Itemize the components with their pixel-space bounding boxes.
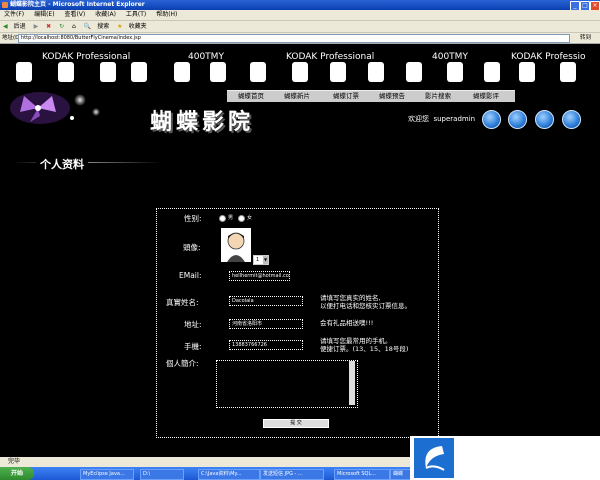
document-icon[interactable] [508, 110, 527, 129]
avatar-label: 頭像: [183, 243, 201, 252]
start-button[interactable]: 开始 [0, 467, 34, 480]
email-field[interactable]: hellhermit@hotmail.com [229, 271, 290, 281]
film-text: KODAK Professional [286, 52, 375, 62]
favorites-icon[interactable]: ★ [117, 23, 122, 30]
mail-icon[interactable] [482, 110, 501, 129]
stop-icon[interactable]: ✖ [46, 23, 51, 30]
avatar-select[interactable]: 1 ▼ [253, 255, 269, 265]
username: superadmin [433, 115, 476, 123]
name-hint-1: 请填写您真实的姓名, [320, 294, 381, 302]
phone-hint-2: 便捷订票。(13、15、18号段) [320, 345, 409, 353]
film-hole [58, 62, 74, 82]
avatar [221, 228, 251, 262]
nav-item-search[interactable]: 影片搜索 [425, 91, 451, 102]
chevron-down-icon[interactable]: ▼ [263, 256, 268, 264]
avatar-select-value: 1 [256, 257, 260, 263]
address-field[interactable]: 河南省洛阳市 [229, 319, 303, 329]
bio-label: 個人簡介: [166, 359, 199, 368]
nav-bar: 蝴蝶首页 蝴蝶新片 蝴蝶订票 蝴蝶预告 影片搜索 蝴蝶影评 [227, 90, 515, 102]
taskbar-item[interactable]: C:\Java资料\My... [198, 469, 260, 480]
window-title-bar: 蝴蝶影院主页 - Microsoft Internet Explorer [0, 0, 600, 10]
film-hole [406, 62, 422, 82]
window-title: 蝴蝶影院主页 - Microsoft Internet Explorer [10, 1, 145, 8]
taskbar-item[interactable]: D:\ [140, 469, 184, 480]
phone-hint-1: 请填写您最常用的手机。 [320, 337, 392, 345]
nav-item-preview[interactable]: 蝴蝶预告 [379, 91, 405, 102]
welcome-label: 欢迎您 [408, 115, 429, 123]
film-text: KODAK Professional [42, 52, 131, 62]
nav-item-booking[interactable]: 蝴蝶订票 [333, 91, 359, 102]
taskbar-item[interactable]: Microsoft SQL... [334, 469, 390, 480]
menu-file[interactable]: 文件(F) [4, 11, 24, 18]
address-hint: 会有礼品相送噢!!! [320, 319, 374, 327]
toolbar: ◀ 后退 ▶ ✖ ↻ ⌂ 🔍 搜索 ★ 收藏夹 [0, 21, 600, 33]
film-hole [292, 62, 308, 82]
nav-item-new[interactable]: 蝴蝶新片 [284, 91, 310, 102]
film-text: 400TMY [188, 52, 224, 62]
menu-help[interactable]: 帮助(H) [156, 11, 177, 18]
search-icon[interactable]: 🔍 [84, 23, 91, 30]
address-label-field: 地址: [184, 320, 202, 329]
bio-scrollbar[interactable] [349, 361, 355, 405]
gender-female-label: 女 [247, 215, 253, 221]
gender-male-radio[interactable] [219, 215, 226, 222]
go-button[interactable]: 转到 [580, 33, 591, 43]
film-hole [519, 62, 535, 82]
status-text: 完毕 [8, 458, 21, 465]
welcome-text: 欢迎您 superadmin [408, 114, 475, 124]
taskbar-item[interactable]: MyEclipse Java... [80, 469, 134, 480]
name-field[interactable]: Dacoiala [229, 296, 303, 306]
submit-button[interactable]: 提 交 [263, 419, 329, 428]
film-hole [447, 62, 463, 82]
gender-label: 性别: [184, 214, 202, 223]
menu-tools[interactable]: 工具(T) [126, 11, 146, 18]
list-icon[interactable] [535, 110, 554, 129]
back-icon[interactable]: ◀ [3, 23, 8, 30]
butterfly-logo [10, 92, 100, 124]
status-bar: 完毕 [0, 457, 410, 467]
nav-item-review[interactable]: 蝴蝶影评 [473, 91, 499, 102]
back-button[interactable]: 后退 [14, 23, 26, 30]
film-hole [484, 62, 500, 82]
nav-item-home[interactable]: 蝴蝶首页 [238, 91, 264, 102]
film-text: KODAK Professio [511, 52, 586, 62]
section-title: 个人资料 [36, 156, 88, 172]
taskbar-item[interactable]: 发送短信 JPG - ... [260, 469, 324, 480]
search-button[interactable]: 搜索 [97, 23, 109, 30]
arrow-right-icon[interactable] [562, 110, 581, 129]
site-title: 蝴蝶影院 [150, 109, 255, 135]
address-input[interactable]: http://localhost:8080/ButterFlyCinema/in… [18, 34, 570, 43]
film-hole [560, 62, 576, 82]
film-hole [16, 62, 32, 82]
forward-icon[interactable]: ▶ [34, 23, 39, 30]
film-hole [368, 62, 384, 82]
film-text: 400TMY [432, 52, 468, 62]
bio-textarea[interactable] [216, 360, 358, 408]
menu-edit[interactable]: 编辑(E) [34, 11, 54, 18]
menu-view[interactable]: 查看(V) [64, 11, 85, 18]
email-label: EMail: [179, 271, 202, 280]
film-hole [330, 62, 346, 82]
home-icon[interactable]: ⌂ [72, 23, 76, 30]
browser-icon [2, 2, 8, 8]
menu-bar: 文件(F) 编辑(E) 查看(V) 收藏(A) 工具(T) 帮助(H) [0, 10, 600, 21]
name-label: 真實姓名: [166, 298, 199, 307]
phone-label: 手機: [184, 342, 202, 351]
gender-male-label: 男 [228, 215, 234, 221]
watermark-logo [414, 438, 454, 478]
film-hole [174, 62, 190, 82]
taskbar-item[interactable]: 蝴蝶 [390, 469, 412, 480]
film-hole [210, 62, 226, 82]
favorites-button[interactable]: 收藏夹 [129, 23, 147, 30]
menu-favorites[interactable]: 收藏(A) [95, 11, 116, 18]
refresh-icon[interactable]: ↻ [59, 23, 64, 30]
film-hole [100, 62, 116, 82]
phone-field[interactable]: 13883766726 [229, 340, 303, 350]
gender-female-radio[interactable] [238, 215, 245, 222]
film-hole [131, 62, 147, 82]
film-hole [250, 62, 266, 82]
name-hint-2: 以便打电话和您核实订票信息。 [320, 302, 411, 310]
